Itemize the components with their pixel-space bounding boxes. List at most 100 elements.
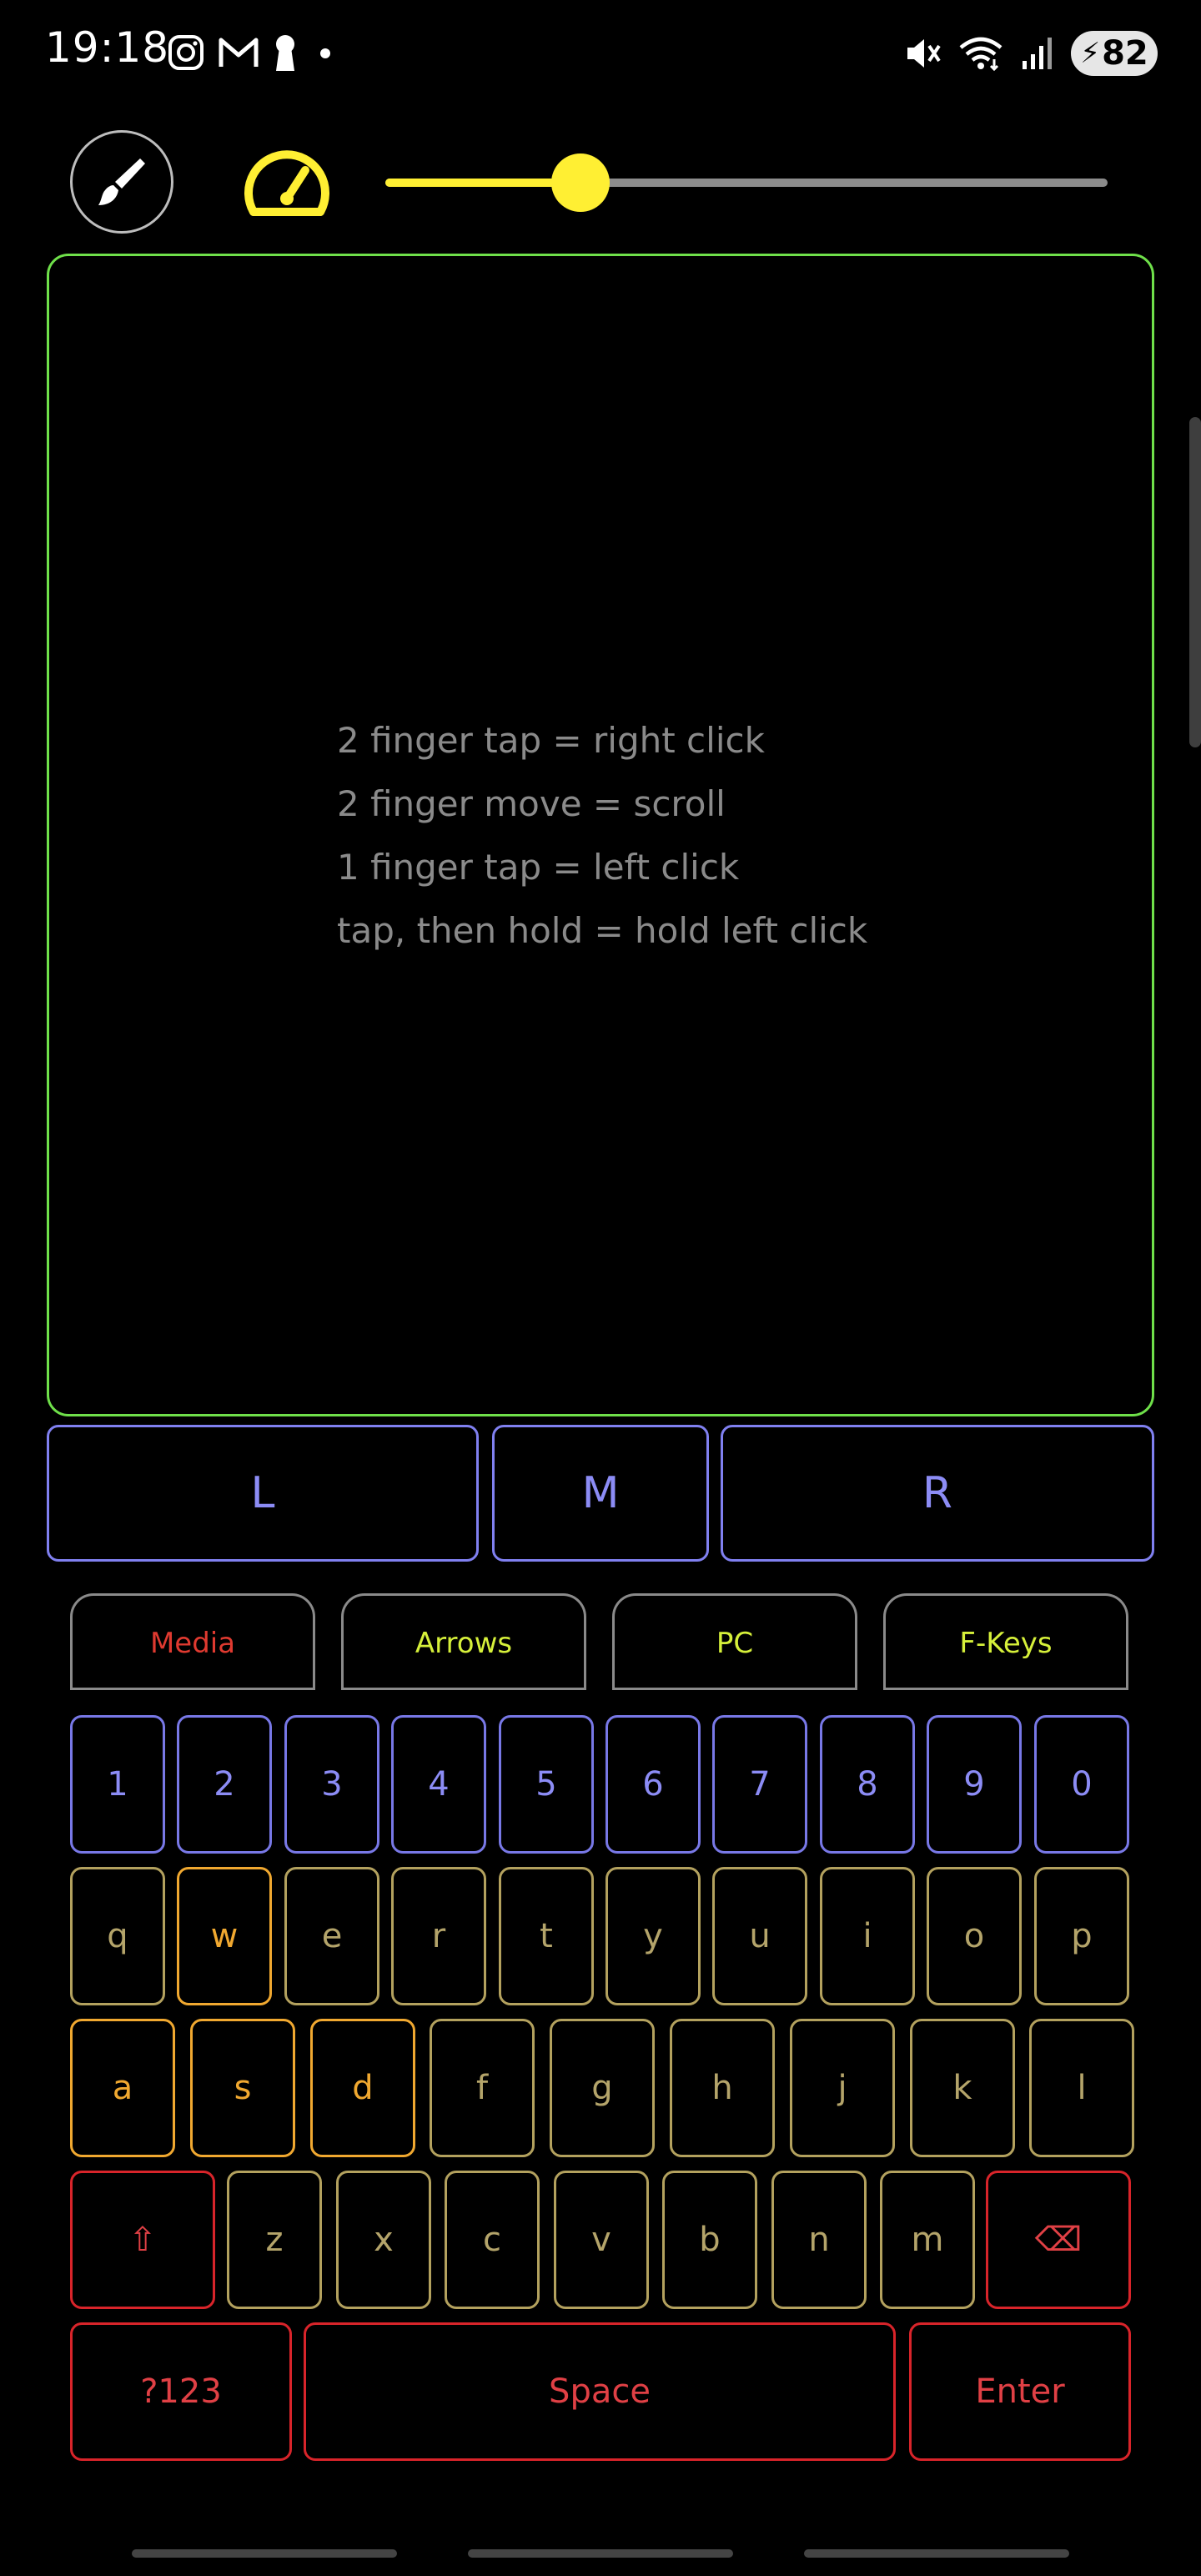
key-k[interactable]: k (910, 2019, 1015, 2157)
key-p[interactable]: p (1034, 1867, 1129, 2005)
key-t-label: t (540, 1917, 553, 1955)
key-m-label: m (911, 2221, 944, 2259)
backspace-key[interactable]: ⌫ (986, 2171, 1131, 2309)
key-2[interactable]: 2 (177, 1715, 272, 1854)
tab-f-keys-label: F-Keys (959, 1626, 1053, 1660)
key-q[interactable]: q (70, 1867, 165, 2005)
speedometer-icon (244, 150, 329, 216)
charging-icon: ⚡ (1080, 37, 1101, 70)
key-l-label: l (1077, 2069, 1087, 2107)
key-e[interactable]: e (284, 1867, 379, 2005)
key-r-label: r (431, 1917, 446, 1955)
key-7[interactable]: 7 (712, 1715, 807, 1854)
backspace-key-label: ⌫ (1034, 2221, 1083, 2259)
tab-media[interactable]: Media (70, 1593, 315, 1690)
key-b-label: b (699, 2221, 721, 2259)
key-8[interactable]: 8 (820, 1715, 915, 1854)
key-s[interactable]: s (190, 2019, 295, 2157)
shift-key-label: ⇧ (128, 2221, 157, 2259)
battery-indicator: ⚡ 82 (1071, 31, 1158, 76)
right-click-button[interactable]: R (721, 1425, 1154, 1562)
key-y-label: y (643, 1917, 663, 1955)
pointer-speed-slider[interactable] (385, 153, 1108, 212)
key-9[interactable]: 9 (927, 1715, 1022, 1854)
nav-handle-left[interactable] (132, 2549, 397, 2558)
key-1[interactable]: 1 (70, 1715, 165, 1854)
key-c-label: c (483, 2221, 501, 2259)
key-0[interactable]: 0 (1034, 1715, 1129, 1854)
tab-arrows-label: Arrows (415, 1626, 513, 1660)
dot-icon (320, 48, 330, 58)
hint-scroll: 2 finger move = scroll (337, 783, 726, 824)
enter-key-label: Enter (975, 2372, 1065, 2411)
key-a[interactable]: a (70, 2019, 175, 2157)
key-c[interactable]: c (445, 2171, 540, 2309)
key-i[interactable]: i (820, 1867, 915, 2005)
shift-key[interactable]: ⇧ (70, 2171, 215, 2309)
key-d-label: d (352, 2069, 374, 2107)
battery-level: 82 (1102, 34, 1148, 73)
touchpad-hints: 2 finger tap = right click 2 finger move… (337, 709, 867, 963)
key-x[interactable]: x (336, 2171, 431, 2309)
tab-arrows[interactable]: Arrows (341, 1593, 586, 1690)
status-right-icons: ⚡ 82 (902, 28, 1158, 78)
key-q-label: q (107, 1917, 128, 1955)
key-b[interactable]: b (662, 2171, 757, 2309)
key-5[interactable]: 5 (499, 1715, 594, 1854)
symbols-key[interactable]: ?123 (70, 2322, 292, 2461)
hint-right-click: 2 finger tap = right click (337, 720, 765, 761)
left-click-button[interactable]: L (47, 1425, 479, 1562)
key-3[interactable]: 3 (284, 1715, 379, 1854)
key-d[interactable]: d (310, 2019, 415, 2157)
key-y[interactable]: y (606, 1867, 701, 2005)
key-v[interactable]: v (554, 2171, 649, 2309)
tab-pc[interactable]: PC (612, 1593, 857, 1690)
key-e-label: e (321, 1917, 343, 1955)
key-9-label: 9 (963, 1765, 985, 1804)
key-f-label: f (475, 2069, 489, 2107)
status-bar: 19:18 ⚡ 82 (0, 0, 1201, 100)
middle-click-button[interactable]: M (492, 1425, 709, 1562)
key-u[interactable]: u (712, 1867, 807, 2005)
scrollbar[interactable] (1189, 417, 1201, 747)
key-6[interactable]: 6 (606, 1715, 701, 1854)
key-z[interactable]: z (227, 2171, 322, 2309)
key-6-label: 6 (642, 1765, 664, 1804)
key-t[interactable]: t (499, 1867, 594, 2005)
key-j[interactable]: j (790, 2019, 895, 2157)
nav-handle-center[interactable] (468, 2549, 733, 2558)
key-v-label: v (591, 2221, 611, 2259)
brush-icon (98, 158, 145, 205)
key-s-label: s (234, 2069, 252, 2107)
space-key[interactable]: Space (304, 2322, 896, 2461)
enter-key[interactable]: Enter (909, 2322, 1131, 2461)
key-8-label: 8 (857, 1765, 878, 1804)
status-time: 19:18 (45, 23, 170, 72)
key-l[interactable]: l (1029, 2019, 1134, 2157)
key-4[interactable]: 4 (391, 1715, 486, 1854)
key-p-label: p (1071, 1917, 1093, 1955)
hint-left-click: 1 finger tap = left click (337, 847, 740, 888)
key-u-label: u (749, 1917, 771, 1955)
status-app-icons (167, 30, 340, 75)
key-m[interactable]: m (880, 2171, 975, 2309)
key-g[interactable]: g (550, 2019, 655, 2157)
key-n-label: n (808, 2221, 830, 2259)
gmail-icon (219, 38, 259, 67)
key-n[interactable]: n (771, 2171, 867, 2309)
key-0-label: 0 (1071, 1765, 1093, 1804)
key-o-label: o (963, 1917, 985, 1955)
key-i-label: i (862, 1917, 872, 1955)
key-h[interactable]: h (670, 2019, 775, 2157)
slider-thumb[interactable] (550, 153, 610, 212)
key-o[interactable]: o (927, 1867, 1022, 2005)
key-5-label: 5 (535, 1765, 557, 1804)
theme-brush-button[interactable] (70, 130, 173, 234)
key-j-label: j (837, 2069, 847, 2107)
key-r[interactable]: r (391, 1867, 486, 2005)
key-g-label: g (591, 2069, 613, 2107)
key-f[interactable]: f (430, 2019, 535, 2157)
nav-handle-right[interactable] (804, 2549, 1069, 2558)
tab-f-keys[interactable]: F-Keys (883, 1593, 1128, 1690)
key-w[interactable]: w (177, 1867, 272, 2005)
